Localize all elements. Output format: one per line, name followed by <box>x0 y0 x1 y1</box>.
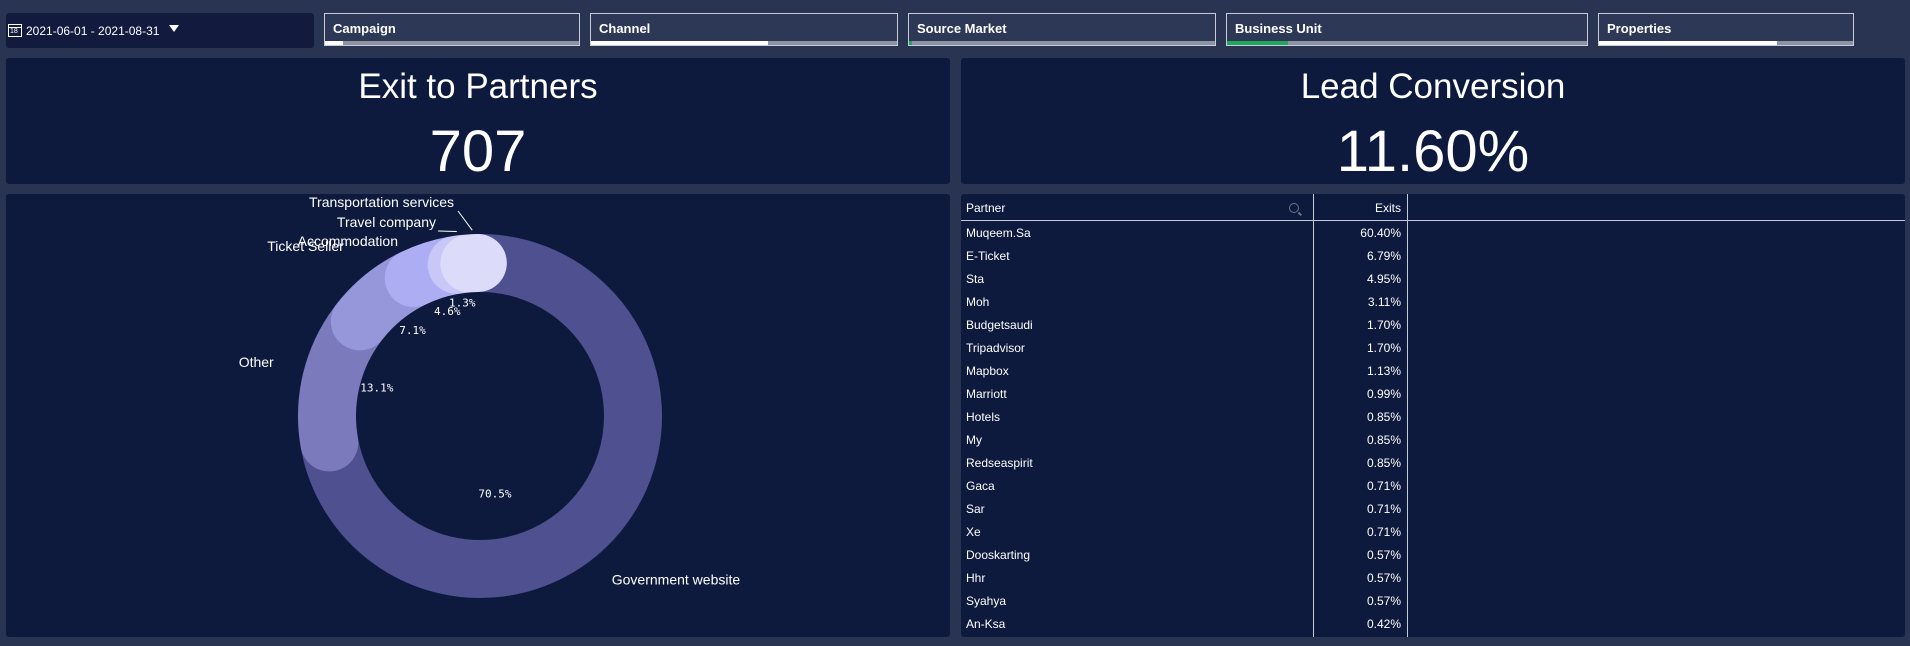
filter-label: Source Market <box>917 21 1007 36</box>
partner-cell: E-Ticket <box>966 249 1010 263</box>
slice-category-label: Government website <box>612 572 741 588</box>
exits-cell: 60.40% <box>1360 226 1401 240</box>
slice-category-label: Other <box>239 354 274 370</box>
exits-cell: 0.85% <box>1366 410 1401 424</box>
partner-cell: Syahya <box>966 594 1007 608</box>
kpi-lead-conversion: Lead Conversion 11.60% <box>961 58 1905 184</box>
date-range-text: 2021-06-01 - 2021-08-31 <box>26 23 160 38</box>
table-row[interactable]: Dooskarting 0.57% <box>961 544 1406 567</box>
kpi-value: 11.60% <box>1336 119 1530 184</box>
column-header-partner[interactable]: Partner <box>966 201 1005 215</box>
filter-selection-bar <box>325 41 579 45</box>
filter-properties[interactable]: Properties <box>1598 13 1854 46</box>
partner-cell: Gaca <box>966 479 995 493</box>
filter-business-unit[interactable]: Business Unit <box>1226 13 1588 46</box>
kpi-title: Lead Conversion <box>1300 67 1566 106</box>
table-header: Partner Exits <box>961 194 1905 221</box>
date-range-filter[interactable]: 18 2021-06-01 - 2021-08-31 <box>6 13 314 48</box>
partner-cell: Marriott <box>966 387 1007 401</box>
partner-cell: Sar <box>966 502 985 516</box>
exits-cell: 0.71% <box>1366 525 1401 539</box>
table-row[interactable]: An-Ksa 0.42% <box>961 613 1406 636</box>
partner-cell: An-Ksa <box>966 617 1006 631</box>
exits-cell: 0.42% <box>1366 617 1401 631</box>
exits-cell: 0.57% <box>1366 548 1401 562</box>
donut-chart: 70.5%Government website13.1%Other7.1%Tic… <box>239 194 741 598</box>
partner-cell: Sta <box>966 272 985 286</box>
exits-cell: 0.57% <box>1366 594 1401 608</box>
filter-label: Campaign <box>333 21 396 36</box>
exits-cell: 0.71% <box>1366 479 1401 493</box>
filter-selection-fill <box>591 41 769 45</box>
partner-cell: Hhr <box>966 571 986 585</box>
slice-category-label: Accommodation <box>298 233 398 249</box>
table-row[interactable]: Mapbox 1.13% <box>961 360 1406 383</box>
table-row[interactable]: E-Ticket 6.79% <box>961 245 1406 268</box>
slice-value-label: 70.5% <box>478 488 511 501</box>
partner-cell: Xe <box>966 525 981 539</box>
exits-cell: 4.95% <box>1366 272 1401 286</box>
table-row[interactable]: Redseaspirit 0.85% <box>961 452 1406 475</box>
exits-cell: 0.57% <box>1366 571 1401 585</box>
filter-label: Business Unit <box>1235 21 1322 36</box>
exits-cell: 3.11% <box>1367 295 1401 309</box>
table-row[interactable]: Gaca 0.71% <box>961 475 1406 498</box>
partner-cell: Dooskarting <box>966 548 1031 562</box>
table-row[interactable]: Budgetsaudi 1.70% <box>961 314 1406 337</box>
exits-cell: 0.99% <box>1366 387 1401 401</box>
table-row[interactable]: Hhr 0.57% <box>961 567 1406 590</box>
table-row[interactable]: Moh 3.11% <box>961 291 1406 314</box>
kpi-exit-to-partners: Exit to Partners 707 <box>6 58 950 184</box>
filter-campaign[interactable]: Campaign <box>324 13 580 46</box>
slice-value-label: 7.1% <box>399 324 426 337</box>
partner-cell: Redseaspirit <box>966 456 1033 470</box>
calendar-icon: 18 <box>8 24 22 37</box>
leader-line <box>457 210 473 231</box>
filter-selection-fill <box>1227 41 1289 45</box>
table-row[interactable]: Sar 0.71% <box>961 498 1406 521</box>
partner-table: Partner Exits Muqeem.Sa 60.40% E-Ticket 6.7… <box>961 194 1905 637</box>
partner-cell: Hotels <box>966 410 1001 424</box>
table-row[interactable]: Tripadvisor 1.70% <box>961 337 1406 360</box>
table-row[interactable]: Hotels 0.85% <box>961 406 1406 429</box>
partner-cell: My <box>966 433 982 447</box>
exits-cell: 0.71% <box>1366 502 1401 516</box>
partner-cell: Budgetsaudi <box>966 318 1033 332</box>
filter-label: Properties <box>1607 21 1672 36</box>
table-row[interactable]: Marriott 0.99% <box>961 383 1406 406</box>
filter-selection-bar <box>909 41 1215 45</box>
filter-selection-fill <box>909 41 913 45</box>
table-row[interactable]: Muqeem.Sa 60.40% <box>961 222 1406 245</box>
filter-label: Channel <box>599 21 651 36</box>
partner-cell: Moh <box>966 295 990 309</box>
slice-category-label: Travel company <box>337 214 436 230</box>
donut-chart-panel: 70.5% Government website 13.1% Other 7.1% Tic… <box>6 194 950 637</box>
slice-value-label: 1.3% <box>449 296 476 309</box>
table-row[interactable]: Sta 4.95% <box>961 268 1406 291</box>
exits-cell: 1.13% <box>1366 364 1401 378</box>
table-row[interactable]: My 0.85% <box>961 429 1406 452</box>
partner-cell: Tripadvisor <box>966 341 1025 355</box>
partner-cell: Mapbox <box>966 364 1009 378</box>
search-icon[interactable] <box>1289 203 1299 213</box>
slice-value-label: 13.1% <box>360 382 393 395</box>
exits-cell: 0.85% <box>1366 456 1401 470</box>
table-row[interactable]: Syahya 0.57% <box>961 590 1406 613</box>
column-header-exits[interactable]: Exits <box>1331 201 1401 215</box>
filter-selection-fill <box>325 41 343 45</box>
kpi-value: 707 <box>429 119 527 184</box>
filter-channel[interactable]: Channel <box>590 13 898 46</box>
exits-cell: 1.70% <box>1366 341 1401 355</box>
partner-cell: Muqeem.Sa <box>966 226 1031 240</box>
exits-cell: 6.79% <box>1366 249 1401 263</box>
kpi-title: Exit to Partners <box>358 67 598 106</box>
filter-selection-fill <box>1599 41 1777 45</box>
slice-category-label: Transportation services <box>309 194 454 210</box>
exits-cell: 1.70% <box>1366 318 1401 332</box>
table-row[interactable]: Xe 0.71% <box>961 521 1406 544</box>
exits-cell: 0.85% <box>1366 433 1401 447</box>
filter-source-market[interactable]: Source Market <box>908 13 1216 46</box>
column-divider <box>1407 194 1408 637</box>
chevron-down-icon[interactable] <box>169 25 180 32</box>
